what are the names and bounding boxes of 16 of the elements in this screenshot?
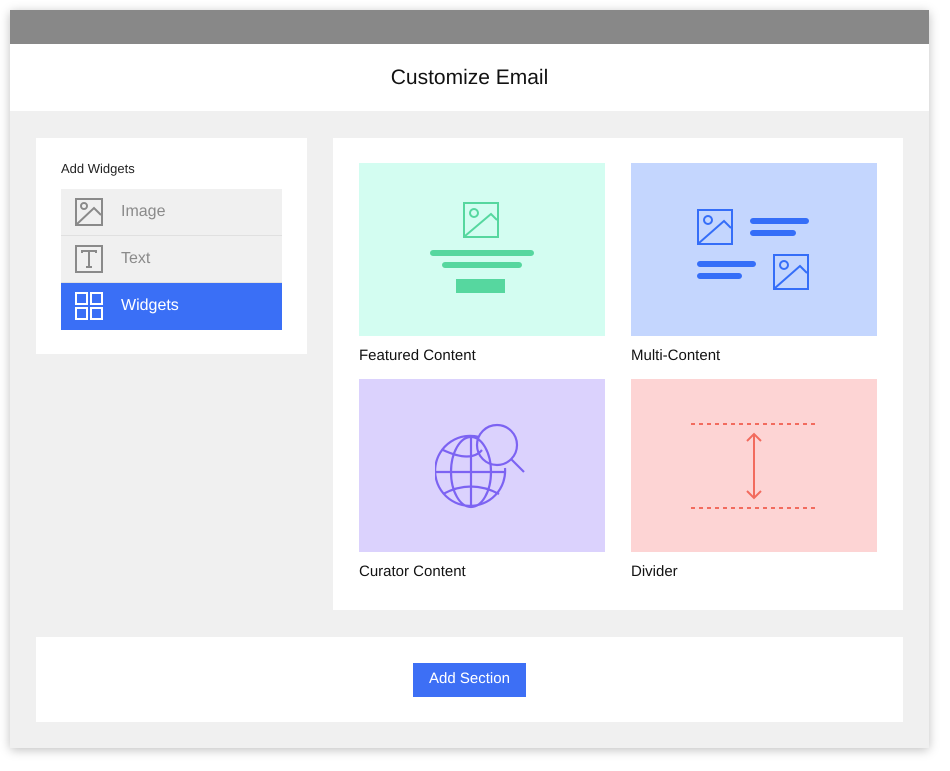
panel-heading: Add Widgets: [61, 160, 136, 178]
text-icon: [75, 244, 103, 272]
widget-label: Featured Content: [359, 347, 477, 365]
widget-label: Curator Content: [359, 563, 467, 581]
widget-card[interactable]: [631, 163, 877, 336]
image-icon: [75, 198, 103, 226]
widget-type-item[interactable]: Widgets: [61, 282, 282, 330]
widget-card[interactable]: [359, 163, 605, 336]
widget-type-item[interactable]: Image: [61, 188, 282, 236]
widget-label: Divider: [631, 563, 679, 581]
widget-type-item[interactable]: Text: [61, 236, 282, 282]
grid-icon: [75, 292, 103, 320]
add-section-button[interactable]: Add Section: [413, 662, 526, 696]
widget-label: Multi-Content: [631, 347, 722, 365]
window-title: Customize Email: [390, 64, 548, 91]
widget-card[interactable]: [359, 379, 605, 552]
